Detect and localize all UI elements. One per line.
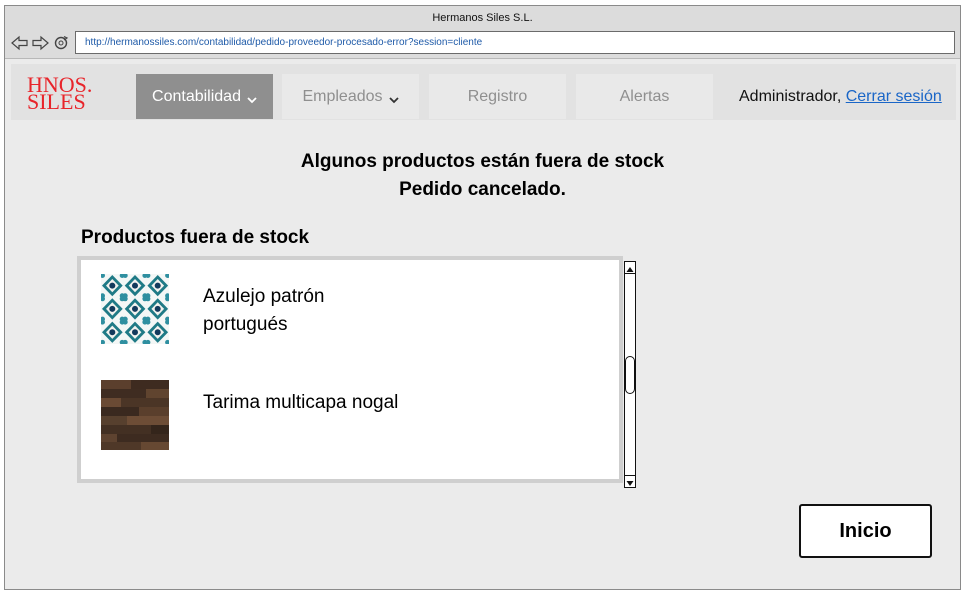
url-bar[interactable]: http://hermanossiles.com/contabilidad/pe… xyxy=(75,31,955,54)
top-navigation: HNOS. SILES Contabilidad Empleados Regis… xyxy=(11,64,956,120)
chevron-down-icon xyxy=(388,92,399,103)
product-name: Tarima multicapa nogal xyxy=(203,392,399,413)
nav-item-label: Contabilidad xyxy=(152,87,241,105)
home-button[interactable]: Inicio xyxy=(799,504,932,558)
out-of-stock-list[interactable]: Azulejo patrón portugués Tarima multicap… xyxy=(77,256,623,483)
user-area: Administrador, Cerrar sesión xyxy=(739,88,942,106)
scrollbar-thumb[interactable] xyxy=(625,356,635,394)
list-scrollbar[interactable] xyxy=(624,261,636,488)
scroll-up-arrow-icon[interactable] xyxy=(625,262,635,274)
window-title: Hermanos Siles S.L. xyxy=(432,12,533,24)
list-item: Tarima multicapa nogal xyxy=(101,380,581,452)
product-name: Azulejo patrón portugués xyxy=(203,286,325,335)
chevron-down-icon xyxy=(247,92,257,103)
title-bar: Hermanos Siles S.L. http://hermanossiles… xyxy=(5,6,960,59)
nav-item-empleados[interactable]: Empleados xyxy=(282,74,419,119)
error-message-line-1: Algunos productos están fuera de stock xyxy=(300,151,665,172)
scroll-down-arrow-icon[interactable] xyxy=(625,475,635,487)
reload-icon[interactable] xyxy=(53,35,70,51)
back-arrow-icon[interactable] xyxy=(11,35,28,51)
company-logo[interactable]: HNOS. SILES xyxy=(27,74,102,113)
tile-pattern-image xyxy=(100,273,171,345)
section-title: Productos fuera de stock xyxy=(81,227,310,248)
browser-window: Hermanos Siles S.L. http://hermanossiles… xyxy=(4,5,961,590)
nav-item-label: Alertas xyxy=(619,87,670,105)
nav-item-label: Empleados xyxy=(302,87,383,105)
browser-nav xyxy=(11,35,70,51)
walnut-floor-image xyxy=(101,380,169,450)
nav-item-contabilidad[interactable]: Contabilidad xyxy=(136,74,273,119)
forward-arrow-icon[interactable] xyxy=(32,35,49,51)
error-message-line-2: Pedido cancelado. xyxy=(399,179,566,200)
nav-item-registro[interactable]: Registro xyxy=(429,74,566,119)
logout-link[interactable]: Cerrar sesión xyxy=(846,88,942,105)
nav-item-label: Registro xyxy=(467,87,528,105)
list-item: Azulejo patrón portugués xyxy=(100,273,581,346)
user-name: Administrador, xyxy=(739,88,842,105)
nav-item-alertas[interactable]: Alertas xyxy=(576,74,713,119)
